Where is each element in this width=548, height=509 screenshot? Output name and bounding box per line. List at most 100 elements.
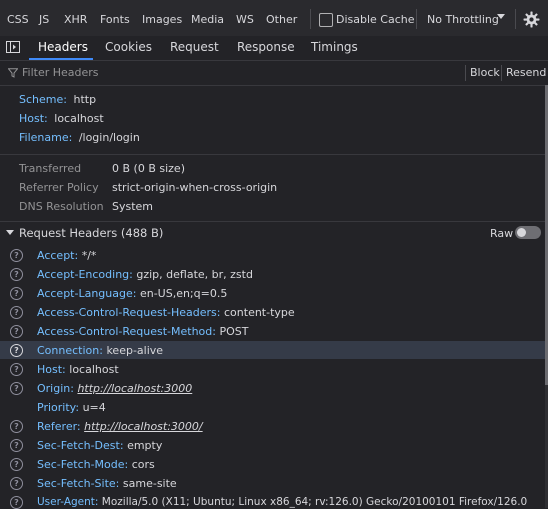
header-row: Sec-Fetch-Dest: empty xyxy=(37,439,162,452)
header-value: content-type xyxy=(224,306,295,319)
raw-label: Raw xyxy=(490,227,514,240)
header-value: en-US,en;q=0.5 xyxy=(139,287,228,300)
url-info-value: http xyxy=(73,93,97,106)
header-row: Priority: u=4 xyxy=(37,401,106,414)
header-name: Sec-Fetch-Dest: xyxy=(37,439,124,452)
header-value: empty xyxy=(127,439,163,452)
throttling-select[interactable]: No Throttling xyxy=(427,13,499,26)
header-name: Referer: xyxy=(37,420,81,433)
tab-request[interactable]: Request xyxy=(170,40,219,54)
header-name: Access-Control-Request-Method: xyxy=(37,325,216,338)
help-icon[interactable]: ? xyxy=(10,287,23,300)
summary-label: DNS Resolution xyxy=(19,200,104,213)
header-row: Access-Control-Request-Headers: content-… xyxy=(37,306,295,319)
filter-xhr-button[interactable]: XHR xyxy=(64,13,87,26)
toggle-sidebar-icon[interactable] xyxy=(6,41,20,53)
header-row: Connection: keep-alive xyxy=(37,344,163,357)
header-value: Mozilla/5.0 (X11; Ubuntu; Linux x86_64; … xyxy=(101,496,528,508)
filter-fonts-button[interactable]: Fonts xyxy=(100,13,130,26)
url-info-key: Scheme: xyxy=(19,93,67,106)
url-info-key: Host: xyxy=(19,112,48,125)
summary-value: strict-origin-when-cross-origin xyxy=(112,181,278,194)
filter-headers-input[interactable]: Filter Headers xyxy=(22,66,99,79)
help-icon[interactable]: ? xyxy=(10,382,23,395)
header-value: cors xyxy=(131,458,155,471)
block-button[interactable]: Block xyxy=(470,66,500,79)
url-info-value: localhost xyxy=(54,112,104,125)
header-value-link[interactable]: http://localhost:3000 xyxy=(77,382,192,395)
help-icon[interactable]: ? xyxy=(10,420,23,433)
summary-label: Transferred xyxy=(19,162,82,175)
chevron-down-icon xyxy=(6,230,14,235)
header-row: Sec-Fetch-Site: same-site xyxy=(37,477,177,490)
section-divider xyxy=(0,154,545,155)
tab-headers[interactable]: Headers xyxy=(38,40,88,54)
resend-button[interactable]: Resend xyxy=(506,66,546,79)
header-name: Access-Control-Request-Headers: xyxy=(37,306,221,319)
url-info-row: Host: localhost xyxy=(19,112,104,125)
filter-css-button[interactable]: CSS xyxy=(7,13,29,26)
header-name: Sec-Fetch-Site: xyxy=(37,477,120,490)
active-tab-indicator xyxy=(29,58,93,60)
header-row: Sec-Fetch-Mode: cors xyxy=(37,458,155,471)
url-info-row: Scheme: http xyxy=(19,93,96,106)
request-headers-section-header[interactable]: Request Headers (488 B) Raw xyxy=(0,222,545,243)
header-name: Accept-Language: xyxy=(37,287,137,300)
request-type-toolbar: CSS JS XHR Fonts Images Media WS Other D… xyxy=(0,0,548,36)
chevron-down-icon xyxy=(497,14,505,19)
toolbar-divider xyxy=(310,9,311,29)
tab-timings[interactable]: Timings xyxy=(311,40,358,54)
request-headers-title: Request Headers (488 B) xyxy=(19,226,164,240)
url-info-value: /login/login xyxy=(78,131,140,144)
help-icon[interactable]: ? xyxy=(10,439,23,452)
filter-images-button[interactable]: Images xyxy=(142,13,182,26)
filter-js-button[interactable]: JS xyxy=(39,13,49,26)
raw-toggle-knob xyxy=(517,228,526,237)
header-name: User-Agent: xyxy=(37,496,99,508)
header-name: Accept: xyxy=(37,249,79,262)
summary-label: Referrer Policy xyxy=(19,181,99,194)
help-icon[interactable]: ? xyxy=(10,344,23,357)
filter-headers-bar: Filter Headers Block Resend xyxy=(0,61,548,86)
header-name: Priority: xyxy=(37,401,80,414)
header-row: Accept-Language: en-US,en;q=0.5 xyxy=(37,287,227,300)
filter-ws-button[interactable]: WS xyxy=(236,13,254,26)
help-icon[interactable]: ? xyxy=(10,306,23,319)
header-value: POST xyxy=(219,325,249,338)
help-icon[interactable]: ? xyxy=(10,325,23,338)
header-value-link[interactable]: http://localhost:3000/ xyxy=(84,420,202,433)
header-row: Referer: http://localhost:3000/ xyxy=(37,420,203,433)
help-icon[interactable]: ? xyxy=(10,458,23,471)
header-name: Connection: xyxy=(37,344,103,357)
header-name: Host: xyxy=(37,363,66,376)
header-value: keep-alive xyxy=(106,344,164,357)
header-value: localhost xyxy=(69,363,119,376)
header-value: same-site xyxy=(122,477,177,490)
toolbar-divider xyxy=(465,65,466,81)
summary-value: System xyxy=(112,200,154,213)
toolbar-divider xyxy=(501,65,502,81)
help-icon[interactable]: ? xyxy=(10,363,23,376)
header-row: User-Agent: Mozilla/5.0 (X11; Ubuntu; Li… xyxy=(37,496,527,508)
header-value: gzip, deflate, br, zstd xyxy=(136,268,253,281)
header-row: Access-Control-Request-Method: POST xyxy=(37,325,248,338)
gear-icon[interactable] xyxy=(523,11,540,28)
filter-icon xyxy=(8,68,18,78)
help-icon[interactable]: ? xyxy=(10,496,23,509)
tab-response[interactable]: Response xyxy=(237,40,295,54)
filter-media-button[interactable]: Media xyxy=(191,13,224,26)
header-name: Sec-Fetch-Mode: xyxy=(37,458,129,471)
header-name: Accept-Encoding: xyxy=(37,268,133,281)
filter-other-button[interactable]: Other xyxy=(266,13,297,26)
url-info-key: Filename: xyxy=(19,131,73,144)
disable-cache-checkbox[interactable] xyxy=(319,13,333,27)
toolbar-divider xyxy=(515,9,516,29)
help-icon[interactable]: ? xyxy=(10,477,23,490)
help-icon[interactable]: ? xyxy=(10,249,23,262)
summary-value: 0 B (0 B size) xyxy=(112,162,185,175)
toolbar-divider xyxy=(416,9,417,29)
tab-cookies[interactable]: Cookies xyxy=(105,40,152,54)
header-row: Host: localhost xyxy=(37,363,119,376)
help-icon[interactable]: ? xyxy=(10,268,23,281)
raw-toggle[interactable] xyxy=(515,226,541,239)
